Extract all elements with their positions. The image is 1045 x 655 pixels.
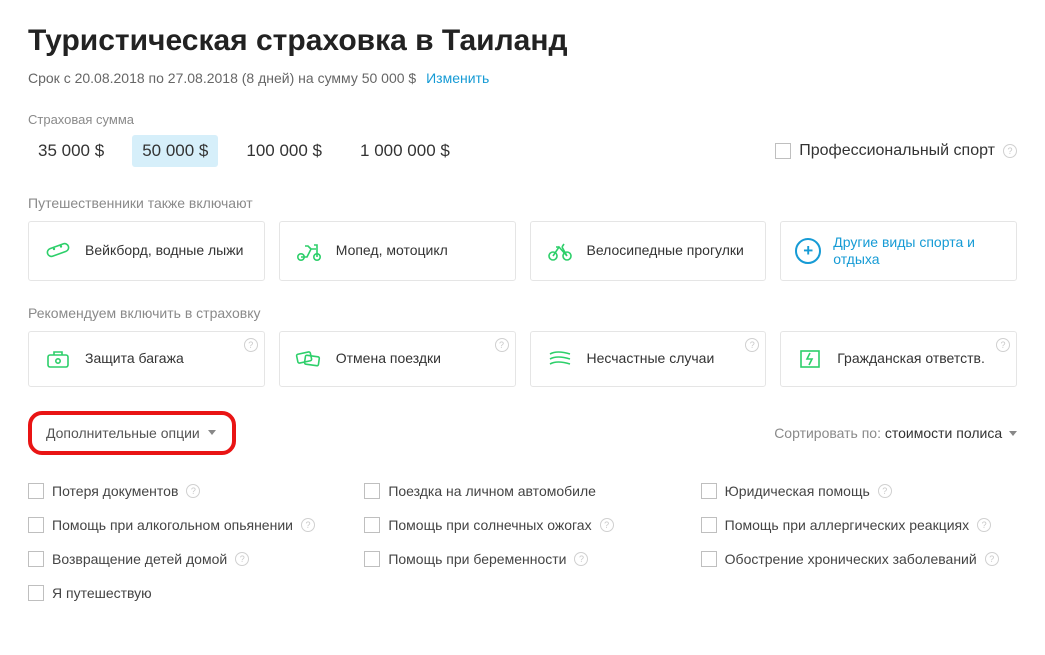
card-label: Велосипедные прогулки — [587, 242, 744, 259]
help-icon[interactable]: ? — [301, 518, 315, 532]
card-cancel-trip[interactable]: ? Отмена поездки — [279, 331, 516, 387]
check-label: Помощь при аллергических реакциях — [725, 517, 969, 533]
check-label: Я путешествую — [52, 585, 152, 601]
card-wakeboard[interactable]: Вейкборд, водные лыжи — [28, 221, 265, 281]
help-icon[interactable]: ? — [495, 338, 509, 352]
sum-options: 35 000 $ 50 000 $ 100 000 $ 1 000 000 $ — [28, 135, 460, 167]
card-liability[interactable]: ? Гражданская ответств. — [780, 331, 1017, 387]
checkbox-icon — [364, 551, 380, 567]
check-lost-documents[interactable]: Потеря документов ? — [28, 483, 344, 499]
help-icon[interactable]: ? — [1003, 144, 1017, 158]
checkbox-icon — [28, 483, 44, 499]
help-icon[interactable]: ? — [235, 552, 249, 566]
check-sunburn[interactable]: Помощь при солнечных ожогах ? — [364, 517, 680, 533]
check-alcohol[interactable]: Помощь при алкогольном опьянении ? — [28, 517, 344, 533]
sort-control[interactable]: Сортировать по: стоимости полиса — [774, 425, 1017, 441]
also-include-label: Путешественники также включают — [28, 195, 1017, 211]
checkbox-icon — [28, 517, 44, 533]
accident-icon — [545, 346, 575, 372]
bicycle-icon — [545, 238, 575, 264]
card-label: Другие виды спорта и отдыха — [833, 234, 1002, 268]
checkbox-icon — [701, 551, 717, 567]
checkbox-icon — [28, 585, 44, 601]
plus-icon: + — [795, 238, 821, 264]
checkbox-icon — [364, 483, 380, 499]
help-icon[interactable]: ? — [244, 338, 258, 352]
card-label: Несчастные случаи — [587, 350, 715, 367]
check-pregnancy[interactable]: Помощь при беременности ? — [364, 551, 680, 567]
cancel-trip-icon — [294, 346, 324, 372]
checkbox-icon — [364, 517, 380, 533]
prof-sport-checkbox[interactable]: Профессиональный спорт ? — [775, 142, 1017, 160]
check-label: Помощь при алкогольном опьянении — [52, 517, 293, 533]
help-icon[interactable]: ? — [574, 552, 588, 566]
chevron-down-icon — [1009, 431, 1017, 436]
card-luggage[interactable]: ? Защита багажа — [28, 331, 265, 387]
checkbox-icon — [701, 483, 717, 499]
additional-options-label: Дополнительные опции — [46, 425, 200, 441]
help-icon[interactable]: ? — [977, 518, 991, 532]
help-icon[interactable]: ? — [745, 338, 759, 352]
card-bicycle[interactable]: Велосипедные прогулки — [530, 221, 767, 281]
sum-option[interactable]: 100 000 $ — [236, 135, 332, 167]
sum-option[interactable]: 35 000 $ — [28, 135, 114, 167]
card-accident[interactable]: ? Несчастные случаи — [530, 331, 767, 387]
card-label: Защита багажа — [85, 350, 184, 367]
sort-label: Сортировать по: — [774, 425, 881, 441]
check-label: Помощь при беременности — [388, 551, 566, 567]
help-icon[interactable]: ? — [878, 484, 892, 498]
check-label: Обострение хронических заболеваний — [725, 551, 977, 567]
luggage-icon — [43, 346, 73, 372]
edit-link[interactable]: Изменить — [426, 70, 489, 86]
card-label: Отмена поездки — [336, 350, 441, 367]
check-i-travel[interactable]: Я путешествую — [28, 585, 344, 601]
checkbox-grid: Потеря документов ? Поездка на личном ав… — [28, 483, 1017, 601]
help-icon[interactable]: ? — [186, 484, 200, 498]
sum-option[interactable]: 50 000 $ — [132, 135, 218, 167]
sum-option[interactable]: 1 000 000 $ — [350, 135, 460, 167]
help-icon[interactable]: ? — [600, 518, 614, 532]
check-allergy[interactable]: Помощь при аллергических реакциях ? — [701, 517, 1017, 533]
subtitle-text: Срок с 20.08.2018 по 27.08.2018 (8 дней)… — [28, 70, 416, 86]
checkbox-icon — [28, 551, 44, 567]
sort-value: стоимости полиса — [885, 425, 1002, 441]
prof-sport-label: Профессиональный спорт — [799, 142, 995, 160]
additional-options-button[interactable]: Дополнительные опции — [28, 411, 236, 455]
checkbox-icon — [775, 143, 791, 159]
also-include-row: Вейкборд, водные лыжи Мопед, мотоцикл Ве… — [28, 221, 1017, 281]
card-label: Мопед, мотоцикл — [336, 242, 448, 259]
recommend-label: Рекомендуем включить в страховку — [28, 305, 1017, 321]
recommend-row: ? Защита багажа ? Отмена поездки ? Несча… — [28, 331, 1017, 387]
card-more-sports[interactable]: + Другие виды спорта и отдыха — [780, 221, 1017, 281]
check-legal-help[interactable]: Юридическая помощь ? — [701, 483, 1017, 499]
card-moped[interactable]: Мопед, мотоцикл — [279, 221, 516, 281]
check-personal-car[interactable]: Поездка на личном автомобиле — [364, 483, 680, 499]
checkbox-icon — [701, 517, 717, 533]
moped-icon — [294, 238, 324, 264]
check-label: Потеря документов — [52, 483, 178, 499]
card-label: Гражданская ответств. — [837, 350, 985, 367]
liability-icon — [795, 346, 825, 372]
sum-label: Страховая сумма — [28, 112, 1017, 127]
help-icon[interactable]: ? — [996, 338, 1010, 352]
subtitle-row: Срок с 20.08.2018 по 27.08.2018 (8 дней)… — [28, 70, 1017, 86]
check-children-return[interactable]: Возвращение детей домой ? — [28, 551, 344, 567]
check-chronic[interactable]: Обострение хронических заболеваний ? — [701, 551, 1017, 567]
check-label: Возвращение детей домой — [52, 551, 227, 567]
chevron-down-icon — [208, 430, 216, 435]
check-label: Поездка на личном автомобиле — [388, 483, 596, 499]
check-label: Помощь при солнечных ожогах — [388, 517, 591, 533]
check-label: Юридическая помощь — [725, 483, 870, 499]
page-title: Туристическая страховка в Таиланд — [28, 24, 1017, 58]
help-icon[interactable]: ? — [985, 552, 999, 566]
card-label: Вейкборд, водные лыжи — [85, 242, 243, 259]
wakeboard-icon — [43, 238, 73, 264]
